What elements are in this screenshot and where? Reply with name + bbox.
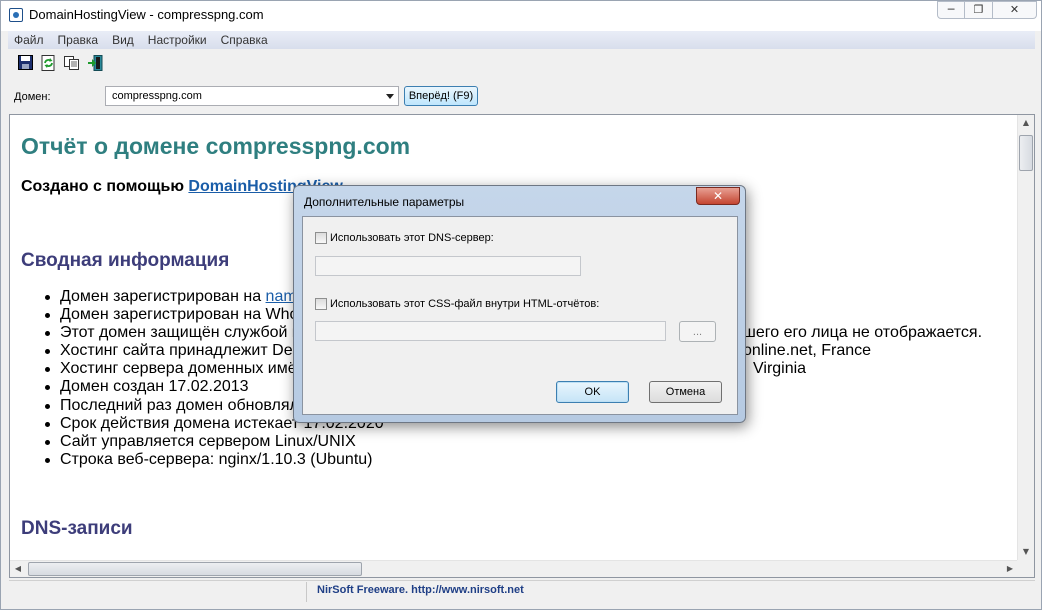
copy-icon[interactable]: [63, 54, 80, 71]
dns-server-field[interactable]: [315, 256, 581, 276]
menu-view[interactable]: Вид: [112, 31, 140, 49]
app-icon: [9, 8, 23, 22]
list-item-tail: шего его лица не отображается.: [743, 324, 983, 342]
refresh-icon[interactable]: [40, 54, 57, 71]
css-option-row[interactable]: Использовать этот CSS-файл внутри HTML-о…: [315, 298, 599, 310]
list-item-tail: online.net, France: [743, 342, 872, 360]
scroll-corner: [1017, 560, 1034, 577]
hscroll-thumb[interactable]: [28, 562, 362, 576]
chevron-down-icon[interactable]: [386, 94, 394, 99]
status-text: NirSoft Freeware. http://www.nirsoft.net: [317, 584, 524, 596]
list-item-tail: Virginia: [753, 360, 807, 378]
menu-edit[interactable]: Правка: [58, 31, 105, 49]
caption-buttons: ─ ❐ ✕: [937, 1, 1037, 21]
menu-settings[interactable]: Настройки: [148, 31, 213, 49]
css-checkbox-label[interactable]: Использовать этот CSS-файл внутри HTML-о…: [330, 298, 599, 310]
browse-button[interactable]: ...: [679, 321, 716, 342]
scroll-down-icon[interactable]: ▼: [1018, 544, 1034, 560]
exit-icon[interactable]: [86, 54, 103, 71]
dialog-close-button[interactable]: ✕: [696, 187, 740, 205]
css-checkbox[interactable]: [315, 298, 327, 310]
toolbar: [17, 54, 103, 72]
dns-heading: DNS-записи: [21, 518, 133, 539]
dialog-title: Дополнительные параметры: [304, 195, 465, 209]
created-prefix: Создано с помощью: [21, 178, 189, 195]
domain-label: Домен:: [14, 91, 51, 103]
dialog-body: Использовать этот DNS-сервер: Использова…: [302, 216, 738, 415]
title-bar: DomainHostingView - compresspng.com ─ ❐ …: [1, 1, 1041, 31]
go-button[interactable]: Вперёд! (F9): [404, 86, 478, 106]
cancel-button[interactable]: Отмена: [649, 381, 722, 403]
close-button[interactable]: ✕: [993, 1, 1037, 19]
horizontal-scrollbar[interactable]: ◀ ▶: [10, 560, 1018, 577]
scroll-up-icon[interactable]: ▲: [1018, 115, 1034, 131]
window-title: DomainHostingView - compresspng.com: [29, 7, 264, 22]
vertical-scrollbar[interactable]: ▲ ▼: [1017, 115, 1034, 560]
domain-combobox[interactable]: compresspng.com: [105, 86, 399, 106]
css-file-field[interactable]: [315, 321, 666, 341]
domain-value: compresspng.com: [112, 90, 202, 102]
minimize-button[interactable]: ─: [937, 1, 965, 19]
list-item: Строка веб-сервера: nginx/1.10.3 (Ubuntu…: [45, 451, 1020, 469]
dns-option-row[interactable]: Использовать этот DNS-сервер:: [315, 232, 494, 244]
scroll-left-icon[interactable]: ◀: [10, 561, 26, 577]
maximize-button[interactable]: ❐: [965, 1, 993, 19]
menu-file[interactable]: Файл: [14, 31, 50, 49]
report-title: Отчёт о домене compresspng.com: [21, 133, 411, 159]
list-item: Сайт управляется сервером Linux/UNIX: [45, 433, 1020, 451]
dns-checkbox-label[interactable]: Использовать этот DNS-сервер:: [330, 232, 494, 244]
menu-help[interactable]: Справка: [221, 31, 274, 49]
ok-button[interactable]: OK: [556, 381, 629, 403]
status-cell: [9, 582, 307, 602]
scroll-right-icon[interactable]: ▶: [1002, 561, 1018, 577]
scroll-thumb[interactable]: [1019, 135, 1033, 171]
advanced-options-dialog: Дополнительные параметры ✕ Использовать …: [293, 185, 746, 423]
status-bar: NirSoft Freeware. http://www.nirsoft.net: [9, 580, 1035, 602]
save-icon[interactable]: [17, 54, 34, 71]
summary-heading: Сводная информация: [21, 250, 230, 271]
dns-checkbox[interactable]: [315, 232, 327, 244]
menu-bar: Файл Правка Вид Настройки Справка: [8, 31, 1035, 49]
